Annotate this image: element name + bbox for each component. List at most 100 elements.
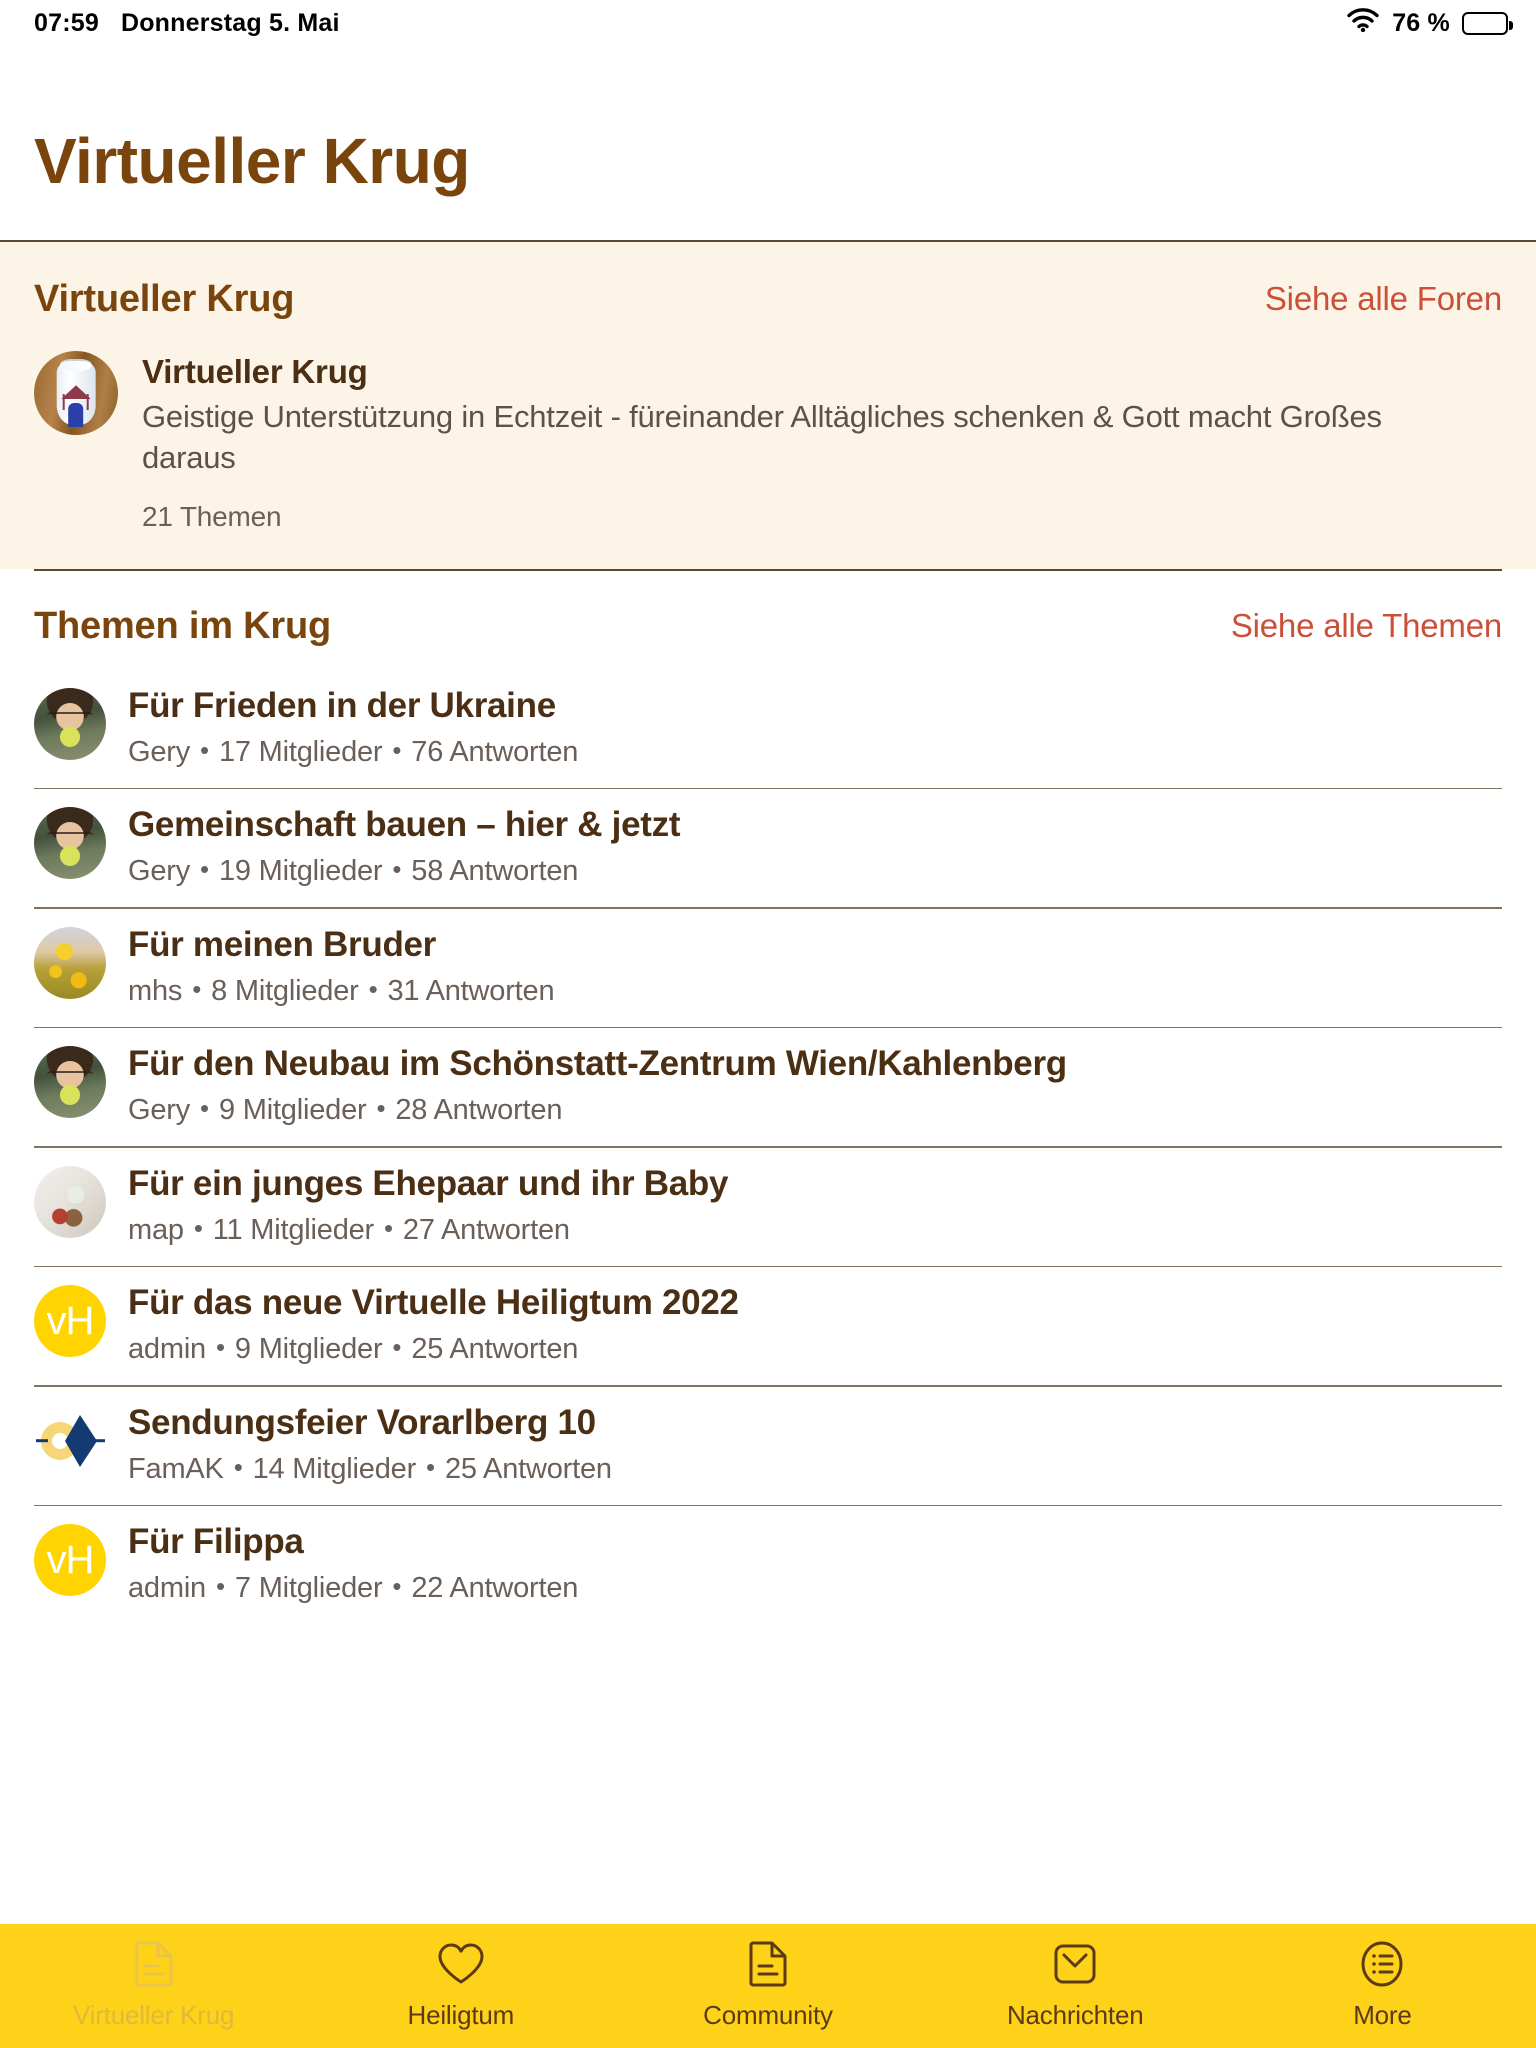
topic-list-item[interactable]: Für meinen Bruder mhs • 8 Mitglieder • 31 Ant…	[0, 909, 1536, 1027]
topic-item-body: Für den Neubau im Schönstatt-Zentrum Wie…	[128, 1042, 1067, 1127]
status-bar-left: 07:59 Donnerstag 5. Mai	[34, 9, 340, 38]
topic-row-divider	[34, 1026, 1502, 1029]
topic-item-replies: 22 Antworten	[411, 1572, 579, 1605]
topic-item-members: 7 Mitglieder	[234, 1572, 383, 1605]
topic-item-meta: map • 11 Mitglieder • 27 Antworten	[128, 1213, 728, 1247]
topic-list-item[interactable]: vH Für Filippa admin • 7 Mitglieder • 22 Antwo…	[0, 1506, 1536, 1624]
tab-more[interactable]: More	[1229, 1924, 1536, 2048]
forum-item-description: Geistige Unterstützung in Echtzeit - für…	[142, 399, 1382, 475]
jug-avatar	[34, 351, 118, 435]
forum-section-header: Virtueller Krug Siehe alle Foren	[34, 278, 1502, 321]
topic-item-meta: Gery • 17 Mitglieder • 76 Antworten	[128, 735, 578, 769]
status-bar: 07:59 Donnerstag 5. Mai 76 %	[0, 0, 1536, 46]
heart-icon	[437, 1942, 485, 1986]
portrait-avatar	[34, 687, 106, 760]
topic-item-title: Gemeinschaft bauen – hier & jetzt	[128, 805, 681, 845]
topic-item-body: Für das neue Virtuelle Heiligtum 2022 adm…	[128, 1281, 739, 1366]
see-all-forums-link[interactable]: Siehe alle Foren	[1265, 280, 1502, 321]
topic-item-author: admin	[128, 1572, 206, 1605]
topic-item-meta: Gery • 19 Mitglieder • 58 Antworten	[128, 854, 680, 888]
envelope-icon	[1052, 1942, 1098, 1986]
tab-label: Heiligtum	[407, 1999, 515, 2030]
topic-row-divider	[34, 907, 1502, 909]
topic-item-title: Für meinen Bruder	[128, 924, 437, 964]
topic-item-body: Gemeinschaft bauen – hier & jetzt Gery • 19…	[128, 803, 680, 888]
topic-item-author: FamAK	[128, 1452, 224, 1485]
tab-virtueller-krug[interactable]: Virtueller Krug	[0, 1924, 307, 2048]
topic-row-divider	[34, 1265, 1502, 1268]
meta-separator: •	[192, 973, 202, 1004]
forum-section-title: Virtueller Krug	[34, 278, 295, 320]
initials-avatar: vH	[34, 1285, 106, 1358]
status-time: 07:59	[34, 8, 99, 37]
meta-separator: •	[426, 1451, 435, 1482]
meta-separator: •	[384, 1212, 393, 1243]
portrait-avatar	[34, 1046, 106, 1119]
topic-item-meta: mhs • 8 Mitglieder • 31 Antworten	[128, 973, 555, 1008]
topic-item-members: 19 Mitglieder	[218, 855, 383, 888]
tab-label: Nachrichten	[1006, 1999, 1144, 2030]
tab-community[interactable]: Community	[614, 1924, 921, 2048]
topic-item-body: Für Frieden in der Ukraine Gery • 17 Mitgli…	[128, 684, 578, 769]
document-icon	[133, 1941, 175, 1986]
initials-avatar: vH	[34, 1524, 106, 1597]
topic-list-item[interactable]: vH Für das neue Virtuelle Heiligtum 2022 a…	[0, 1267, 1536, 1385]
meta-separator: •	[193, 1212, 203, 1243]
topic-list-item[interactable]: Für Frieden in der Ukraine Gery • 17 Mitgli…	[0, 670, 1536, 788]
topic-row-divider	[34, 1146, 1502, 1148]
meta-separator: •	[392, 854, 402, 885]
topic-list: Für Frieden in der Ukraine Gery • 17 Mitgli…	[0, 670, 1536, 1625]
meta-separator: •	[216, 1571, 225, 1602]
meta-separator: •	[216, 1332, 225, 1363]
topic-list-item[interactable]: Gemeinschaft bauen – hier & jetzt Gery • 19…	[0, 789, 1536, 907]
topic-list-item[interactable]: Für ein junges Ehepaar und ihr Baby map • 1…	[0, 1148, 1536, 1266]
topic-item-members: 8 Mitglieder	[211, 974, 359, 1007]
topic-item-body: Für meinen Bruder mhs • 8 Mitglieder • 31 Ant…	[128, 923, 555, 1008]
topics-section-header: Themen im Krug Siehe alle Themen	[0, 605, 1536, 648]
topic-item-title: Für das neue Virtuelle Heiligtum 2022	[128, 1283, 739, 1323]
topic-item-title: Für ein junges Ehepaar und ihr Baby	[128, 1163, 729, 1203]
topics-section-title: Themen im Krug	[34, 604, 332, 647]
topic-item-replies: 76 Antworten	[411, 735, 579, 768]
battery-icon	[1462, 11, 1513, 35]
forum-item-topic-count: 21 Themen	[142, 500, 282, 532]
see-all-topics-link[interactable]: Siehe alle Themen	[1231, 607, 1502, 648]
meta-separator: •	[376, 1093, 386, 1124]
tab-heiligtum[interactable]: Heiligtum	[307, 1924, 614, 2048]
topic-item-title: Für den Neubau im Schönstatt-Zentrum Wie…	[128, 1044, 1067, 1084]
status-date: Donnerstag 5. Mai	[120, 8, 340, 37]
tab-label: Community	[703, 1999, 833, 2030]
topic-item-author: map	[128, 1213, 184, 1246]
page-title: Virtueller Krug	[34, 125, 470, 197]
meta-separator: •	[200, 854, 209, 885]
topic-item-meta: Gery • 9 Mitglieder • 28 Antworten	[128, 1093, 1067, 1127]
topic-list-item[interactable]: Für den Neubau im Schönstatt-Zentrum Wie…	[0, 1028, 1536, 1146]
battery-percent: 76 %	[1392, 8, 1450, 37]
tab-nachrichten[interactable]: Nachrichten	[922, 1924, 1229, 2048]
meta-separator: •	[392, 1332, 402, 1363]
topic-item-members: 14 Mitglieder	[252, 1452, 417, 1485]
topic-item-meta: admin • 7 Mitglieder • 22 Antworten	[128, 1571, 578, 1605]
meta-separator: •	[392, 734, 402, 765]
tab-label: Virtueller Krug	[72, 1999, 235, 2030]
topic-item-author: admin	[128, 1333, 206, 1366]
topic-item-author: mhs	[128, 974, 183, 1007]
topic-row-divider	[34, 1504, 1502, 1507]
topic-row-divider	[34, 1385, 1502, 1387]
topic-item-body: Sendungsfeier Vorarlberg 10 FamAK • 14 Mitg…	[128, 1401, 612, 1486]
forum-card: Virtueller Krug Siehe alle Foren Virtuel…	[0, 242, 1536, 569]
topic-list-item[interactable]: Sendungsfeier Vorarlberg 10 FamAK • 14 Mitg…	[0, 1387, 1536, 1505]
topic-item-body: Für Filippa admin • 7 Mitglieder • 22 Antwort…	[128, 1520, 578, 1605]
topic-item-author: Gery	[128, 735, 191, 768]
home-photo-avatar	[34, 1165, 106, 1238]
meta-separator: •	[368, 973, 378, 1004]
topic-item-author: Gery	[128, 855, 191, 888]
forum-item-body: Virtueller Krug Geistige Unterstützung i…	[142, 351, 1502, 533]
topic-item-replies: 27 Antworten	[402, 1213, 570, 1246]
meta-separator: •	[233, 1451, 243, 1482]
forum-list-item[interactable]: Virtueller Krug Geistige Unterstützung i…	[34, 321, 1502, 533]
document-icon	[747, 1941, 789, 1986]
topic-item-title: Für Frieden in der Ukraine	[128, 685, 556, 725]
topic-item-replies: 25 Antworten	[444, 1452, 612, 1485]
topic-item-replies: 58 Antworten	[411, 855, 579, 888]
